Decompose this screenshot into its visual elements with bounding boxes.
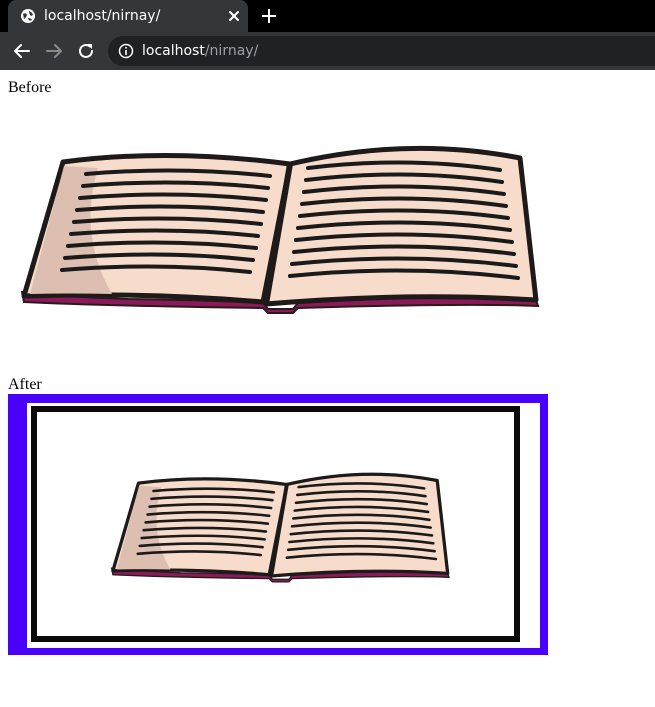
tab-strip: localhost/nirnay/ (0, 0, 655, 32)
book-image-before (20, 145, 540, 314)
url-host: localhost (142, 43, 205, 59)
plus-icon[interactable] (260, 7, 278, 25)
arrow-right-icon[interactable] (44, 41, 64, 61)
tab-title: localhost/nirnay/ (44, 8, 161, 24)
book-image-after (8, 394, 548, 655)
arrow-left-icon[interactable] (12, 41, 32, 61)
url-text: localhost/nirnay/ (142, 42, 258, 60)
close-icon[interactable] (226, 8, 242, 24)
globe-icon (21, 9, 35, 23)
before-label: Before (8, 79, 52, 96)
after-label: After (8, 376, 42, 393)
url-path: /nirnay/ (204, 43, 259, 59)
reload-icon[interactable] (76, 41, 96, 61)
info-icon[interactable] (118, 43, 134, 59)
browser-tab[interactable]: localhost/nirnay/ (8, 0, 248, 32)
book-illustration (20, 145, 540, 314)
book-illustration-after (110, 472, 450, 583)
address-bar[interactable]: localhost/nirnay/ (108, 36, 655, 66)
browser-toolbar: localhost/nirnay/ (0, 32, 655, 70)
